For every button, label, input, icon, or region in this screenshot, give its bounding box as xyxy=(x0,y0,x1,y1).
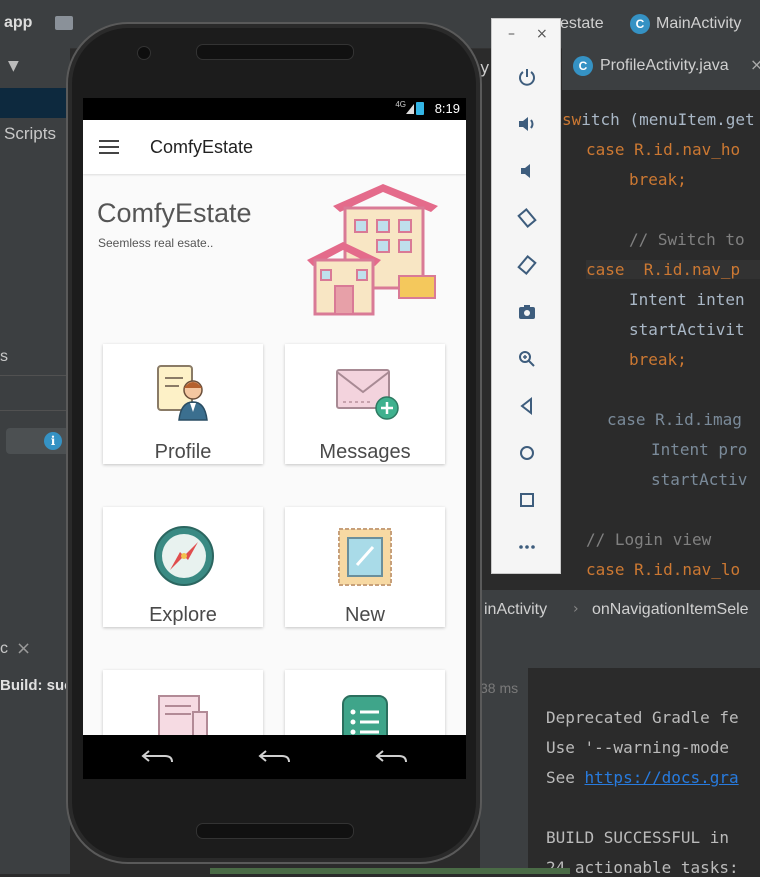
code-line: Intent pro xyxy=(651,440,748,459)
status-bar: 4G 8:19 xyxy=(83,98,466,120)
compass-icon xyxy=(154,526,214,586)
rotate-right-icon[interactable] xyxy=(492,250,562,280)
code-line: startActivit xyxy=(629,320,745,339)
profile-icon xyxy=(157,365,208,421)
code-line: switch (menuItem.get xyxy=(562,110,755,129)
class-icon: C xyxy=(573,56,593,76)
code-line: break; xyxy=(629,350,687,369)
home-icon[interactable] xyxy=(492,438,562,468)
phone-screen: 4G 8:19 ComfyEstate ComfyEstate Seemless… xyxy=(83,98,466,779)
folder-icon xyxy=(55,16,73,30)
nav-back-icon[interactable] xyxy=(141,747,175,767)
chevron-down-icon[interactable]: ▼ xyxy=(8,58,19,74)
stamp-icon xyxy=(338,528,392,586)
build-tab-label[interactable]: c xyxy=(0,640,8,658)
code-line: break; xyxy=(629,170,687,189)
console-line: See https://docs.gra xyxy=(546,768,739,787)
emulator-toolbar xyxy=(491,18,561,574)
card-label: Profile xyxy=(154,441,212,463)
bottom-speaker xyxy=(196,823,354,839)
code-line: case R.id.nav_ho xyxy=(586,140,741,159)
zoom-icon[interactable] xyxy=(492,344,562,374)
tab-profileactivity[interactable]: ProfileActivity.java xyxy=(600,57,729,75)
project-tree-item-scripts[interactable]: Scripts xyxy=(4,124,56,144)
camera-icon[interactable] xyxy=(492,297,562,327)
hamburger-menu-icon[interactable] xyxy=(99,140,119,154)
network-type: 4G xyxy=(395,100,406,109)
close-icon[interactable]: × xyxy=(16,638,31,659)
code-line: // Switch to xyxy=(629,230,745,249)
hero-title: ComfyEstate xyxy=(97,198,252,228)
card-label: Messages xyxy=(319,441,411,463)
progress-strip xyxy=(210,868,570,874)
card-messages[interactable]: Messages xyxy=(285,344,445,464)
power-icon[interactable] xyxy=(492,62,562,92)
panel-label: s xyxy=(0,348,8,365)
app-toolbar: ComfyEstate xyxy=(83,120,466,174)
volume-up-icon[interactable] xyxy=(492,109,562,139)
nav-back-icon[interactable] xyxy=(375,747,409,767)
console-line: Deprecated Gradle fe xyxy=(546,708,739,727)
divider xyxy=(0,410,70,411)
status-time: 8:19 xyxy=(434,101,460,116)
close-button[interactable]: × xyxy=(536,26,548,42)
console-line: 24 actionable tasks: xyxy=(546,858,739,877)
code-editor[interactable] xyxy=(562,90,760,590)
minimize-button[interactable]: – xyxy=(508,26,515,42)
card-explore[interactable]: Explore xyxy=(103,507,263,627)
project-panel xyxy=(0,48,70,874)
volume-down-icon[interactable] xyxy=(492,156,562,186)
card-profile[interactable]: Profile xyxy=(103,344,263,464)
breadcrumb-estate[interactable]: estate xyxy=(560,15,604,33)
code-line: // Login view xyxy=(586,530,712,549)
envelope-icon xyxy=(336,369,399,420)
hero-subtitle: Seemless real esate.. xyxy=(98,236,214,250)
front-camera xyxy=(137,46,151,60)
build-duration: 38 ms xyxy=(480,680,519,696)
card-label: Explore xyxy=(149,604,217,626)
card-label: New xyxy=(344,604,385,626)
info-icon[interactable]: i xyxy=(44,432,62,450)
house-illustration xyxy=(307,184,438,316)
breadcrumb-method[interactable]: onNavigationItemSele xyxy=(592,601,749,619)
battery-icon xyxy=(416,102,424,115)
breadcrumb-app[interactable]: app xyxy=(4,14,32,32)
rotate-left-icon[interactable] xyxy=(492,203,562,233)
chevron-right-icon: › xyxy=(573,601,579,617)
card-new[interactable]: New xyxy=(285,507,445,627)
breadcrumb-class[interactable]: inActivity xyxy=(484,601,547,619)
code-line: startActiv xyxy=(651,470,748,489)
close-icon[interactable]: × xyxy=(750,55,760,74)
code-line: case R.id.imag xyxy=(607,410,742,429)
console-line: BUILD SUCCESSFUL in xyxy=(546,828,739,847)
signal-icon xyxy=(406,104,414,114)
code-line: Intent inten xyxy=(629,290,745,309)
more-icon[interactable] xyxy=(492,532,562,562)
divider xyxy=(0,375,70,376)
app-title: ComfyEstate xyxy=(150,137,254,157)
editor-tab-fragment[interactable]: y xyxy=(480,58,489,77)
breadcrumb-mainactivity[interactable]: MainActivity xyxy=(656,15,741,33)
console-line: Use '--warning-mode xyxy=(546,738,739,757)
docs-link[interactable]: https://docs.gra xyxy=(585,768,739,787)
class-icon: C xyxy=(630,14,650,34)
back-icon[interactable] xyxy=(492,391,562,421)
nav-back-icon[interactable] xyxy=(258,747,292,767)
overview-icon[interactable] xyxy=(492,485,562,515)
earpiece-speaker xyxy=(196,44,354,60)
code-line: case R.id.nav_p xyxy=(586,260,760,279)
build-status: Build: suc xyxy=(0,677,73,694)
project-tree-selected-row[interactable] xyxy=(0,88,70,118)
code-line: case R.id.nav_lo xyxy=(586,560,741,579)
android-nav-bar xyxy=(83,735,466,779)
